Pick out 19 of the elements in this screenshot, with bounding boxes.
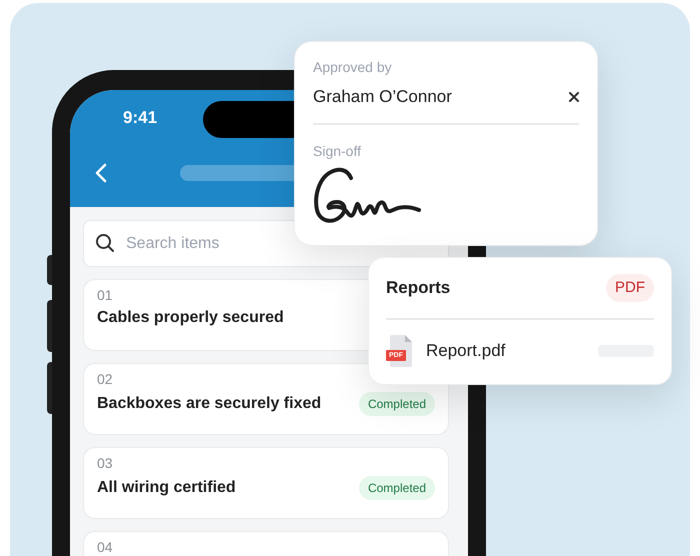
item-number: 04 [97,540,114,554]
status-badge: Completed [358,476,435,500]
search-icon [95,233,115,253]
status-time: 9:41 [123,109,158,126]
approver-name: Graham O’Connor [313,86,452,108]
card-title: Reports [386,277,450,300]
checklist-item[interactable]: 03 All wiring certified Completed [83,447,449,519]
item-title: Backboxes are securely fixed [97,394,322,414]
item-number: 02 [97,372,114,386]
item-title: All wiring certified [97,478,236,498]
close-icon[interactable] [569,92,579,102]
item-number: 03 [97,456,114,470]
item-title: Cables properly secured [97,308,284,328]
checklist-item[interactable]: 02 Backboxes are securely fixed Completed [83,363,449,435]
file-type-badge: PDF [606,274,654,302]
back-icon[interactable] [95,163,107,183]
status-badge: Completed [358,392,435,416]
field-label: Sign-off [313,144,362,158]
field-label: Approved by [313,60,393,74]
